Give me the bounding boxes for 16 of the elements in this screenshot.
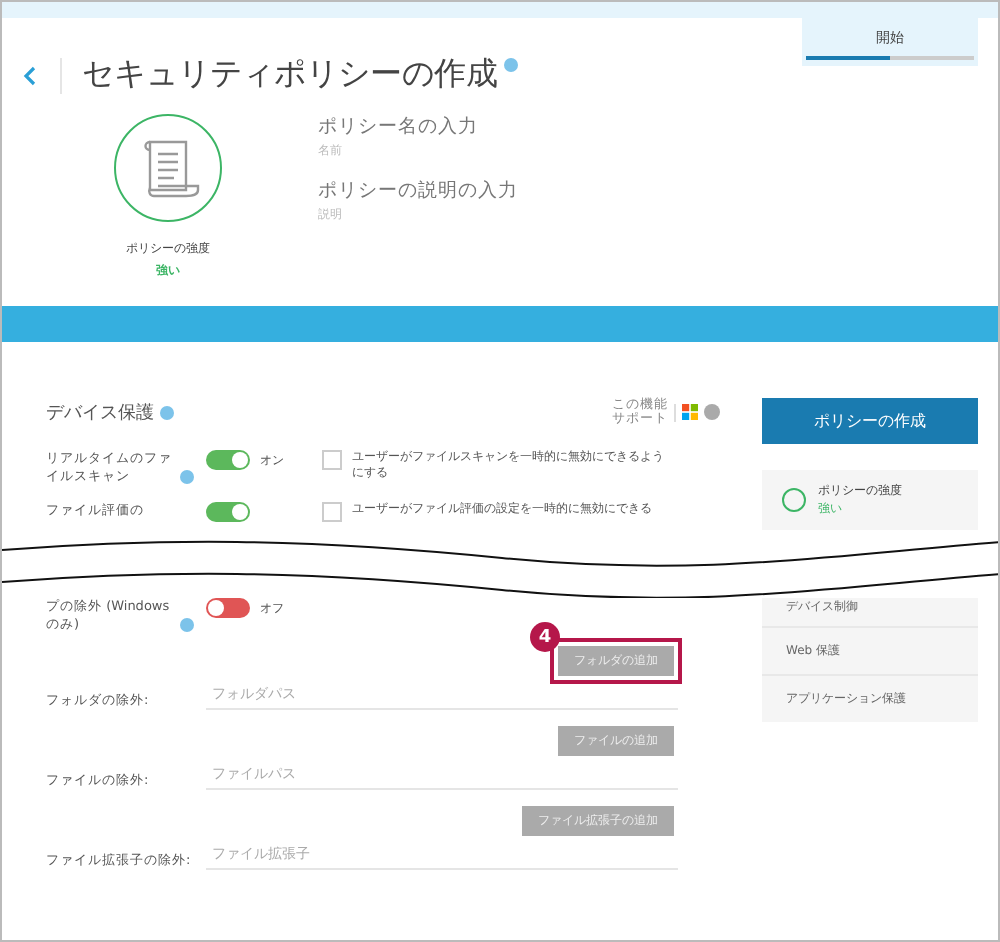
create-policy-button[interactable]: ポリシーの作成	[762, 398, 978, 444]
toggle-switch[interactable]	[206, 450, 250, 470]
checkbox[interactable]	[322, 502, 342, 522]
step-badge: 4	[530, 622, 560, 652]
mac-icon	[704, 404, 720, 420]
field-label: ポリシーの説明の入力	[318, 178, 520, 204]
toggle-switch[interactable]	[206, 502, 250, 522]
windows-icon	[682, 404, 698, 420]
toggle-switch[interactable]	[206, 598, 250, 618]
page-title: セキュリティポリシーの作成	[82, 54, 498, 96]
checkbox[interactable]	[322, 450, 342, 470]
field-label: ポリシー名の入力	[318, 114, 480, 140]
scroll-icon	[114, 114, 222, 222]
section-title: デバイス保護	[46, 401, 154, 425]
circle-icon	[782, 488, 806, 512]
back-icon[interactable]	[22, 65, 36, 85]
